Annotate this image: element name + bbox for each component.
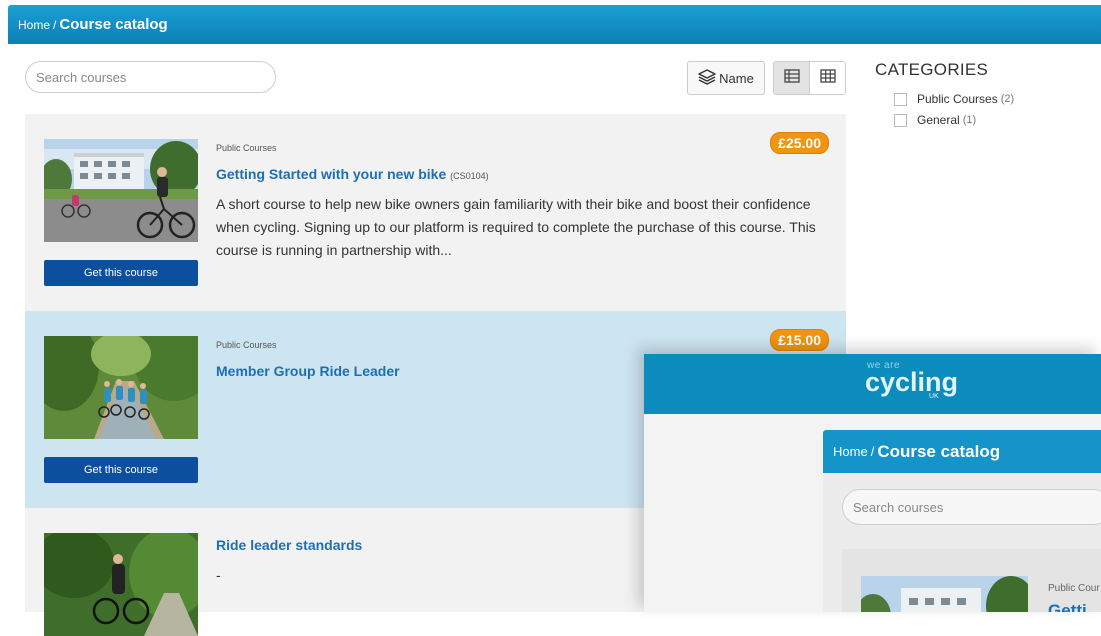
- list-view-icon: [783, 68, 800, 88]
- search-input[interactable]: [25, 61, 276, 93]
- grid-view-icon: [819, 68, 836, 88]
- category-count: (2): [1000, 93, 1015, 105]
- course-description: A short course to help new bike owners g…: [216, 196, 816, 258]
- logo-wordmark: cycling: [865, 367, 959, 397]
- breadcrumb: Home / Course catalog: [8, 5, 1101, 44]
- preview-breadcrumb-home[interactable]: Home: [833, 444, 868, 459]
- course-title[interactable]: Ride leader standards: [216, 537, 362, 553]
- preview-course-card[interactable]: Public Cour Getti: [842, 549, 1101, 612]
- category-label: General: [917, 113, 960, 127]
- category-checkbox[interactable]: [894, 92, 907, 106]
- embedded-site-preview: we are cycling UK Home / Course catalog …: [644, 354, 1101, 612]
- get-course-button[interactable]: Get this course: [44, 457, 198, 483]
- course-title-link[interactable]: Member Group Ride Leader: [216, 363, 400, 379]
- course-title[interactable]: Getting Started with your new bike: [216, 166, 446, 182]
- categories-panel: CATEGORIES Public Courses (2) General (1…: [875, 60, 1095, 134]
- preview-search-placeholder: Search courses: [853, 499, 944, 515]
- layers-icon: [698, 68, 716, 88]
- course-thumbnail[interactable]: [44, 533, 198, 636]
- preview-course-thumbnail[interactable]: [861, 576, 1028, 612]
- categories-title: CATEGORIES: [875, 60, 989, 79]
- course-category: Public Courses: [216, 143, 277, 153]
- category-checkbox[interactable]: [894, 113, 907, 127]
- breadcrumb-separator: /: [53, 17, 57, 32]
- course-thumbnail[interactable]: [44, 139, 198, 242]
- course-card[interactable]: Get this course Public Courses Getting S…: [25, 114, 846, 311]
- category-label: Public Courses: [917, 92, 998, 106]
- price-badge: £25.00: [770, 132, 829, 154]
- cycling-uk-logo[interactable]: we are cycling UK: [865, 360, 958, 400]
- preview-course-title[interactable]: Getti: [1048, 601, 1087, 612]
- preview-breadcrumb-separator: /: [870, 444, 875, 459]
- course-category: Public Courses: [216, 340, 277, 350]
- price-badge: £15.00: [770, 329, 829, 351]
- sort-label: Name: [719, 70, 754, 86]
- grid-view-button[interactable]: [810, 62, 845, 94]
- preview-breadcrumb: Home / Course catalog: [823, 430, 1101, 473]
- category-count: (1): [962, 114, 977, 126]
- breadcrumb-home-link[interactable]: Home: [18, 18, 50, 32]
- course-title[interactable]: Member Group Ride Leader: [216, 363, 400, 379]
- course-thumbnail[interactable]: [44, 336, 198, 439]
- site-header: we are cycling UK: [644, 354, 1101, 414]
- preview-course-category: Public Cour: [1048, 583, 1100, 594]
- preview-search-input[interactable]: Search courses: [842, 489, 1101, 525]
- category-item-public-courses[interactable]: Public Courses (2): [894, 92, 1095, 106]
- get-course-button[interactable]: Get this course: [44, 260, 198, 286]
- preview-page-title: Course catalog: [877, 441, 1001, 461]
- page-title: Course catalog: [59, 16, 168, 33]
- view-toggle: [773, 61, 846, 95]
- course-code: (CS0104): [450, 171, 489, 181]
- preview-content: Search courses Public Cour Getti: [823, 473, 1101, 612]
- list-view-button[interactable]: [774, 62, 810, 94]
- course-title-link[interactable]: Getting Started with your new bike (CS01…: [216, 166, 489, 182]
- course-title-link[interactable]: Ride leader standards: [216, 537, 362, 553]
- sort-button[interactable]: Name: [687, 61, 765, 95]
- category-item-general[interactable]: General (1): [894, 113, 1095, 127]
